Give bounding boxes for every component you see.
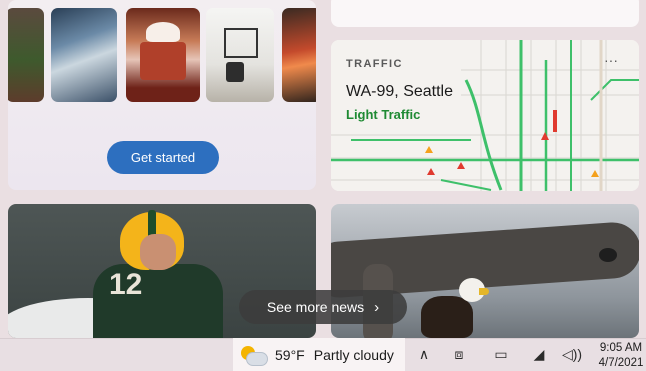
weather-condition: Partly cloudy: [313, 346, 394, 363]
traffic-location: WA-99, Seattle: [346, 83, 454, 100]
garden-thumbnail[interactable]: [8, 8, 44, 102]
cloud-shape: [246, 351, 268, 366]
more-options-icon[interactable]: ···: [604, 52, 618, 68]
temperature: 59°F: [275, 346, 305, 363]
branch-hole: [599, 248, 617, 262]
traffic-label: TRAFFIC: [346, 58, 403, 70]
chevron-up-icon[interactable]: ∧: [413, 338, 435, 371]
traffic-card[interactable]: TRAFFIC ··· WA-99, Seattle Light Traffic: [331, 40, 639, 191]
interests-card: Get started: [8, 0, 316, 190]
interior-thumbnail[interactable]: [206, 8, 274, 102]
car-thumbnail[interactable]: [282, 8, 316, 102]
cake-cream: [146, 22, 180, 42]
eagle-beak: [479, 288, 489, 295]
wifi-icon[interactable]: ◢: [527, 338, 551, 371]
jersey-number: 12: [109, 268, 143, 301]
eagle-body: [421, 296, 473, 338]
taskbar: 59°F Partly cloudy ∧ ⧈ ▭ ◢ ◁)) 9:05 AM 4…: [0, 338, 646, 371]
weather-widget[interactable]: 59°F Partly cloudy: [233, 338, 405, 371]
clock[interactable]: 9:05 AM 4/7/2021: [596, 341, 646, 371]
player-face: [140, 234, 176, 270]
meet-now-icon[interactable]: ⧈: [447, 338, 471, 371]
top-right-card[interactable]: [331, 0, 639, 27]
clock-time: 9:05 AM: [599, 342, 643, 354]
see-more-news-button[interactable]: See more news ›: [239, 290, 407, 324]
see-more-news-label: See more news: [266, 299, 365, 315]
cake-body: [140, 42, 186, 80]
partly-cloudy-icon: [241, 345, 268, 366]
get-started-button[interactable]: Get started: [107, 141, 219, 174]
lamp-shape: [224, 28, 258, 58]
traffic-status: Light Traffic: [346, 107, 421, 122]
chevron-right-icon: ›: [374, 298, 380, 316]
cake-thumbnail[interactable]: [126, 8, 200, 102]
clock-date: 4/7/2021: [598, 357, 644, 369]
volume-icon[interactable]: ◁)): [557, 338, 587, 371]
battery-icon[interactable]: ▭: [486, 338, 516, 371]
chair-shape: [226, 62, 244, 82]
city-thumbnail[interactable]: [51, 8, 117, 102]
